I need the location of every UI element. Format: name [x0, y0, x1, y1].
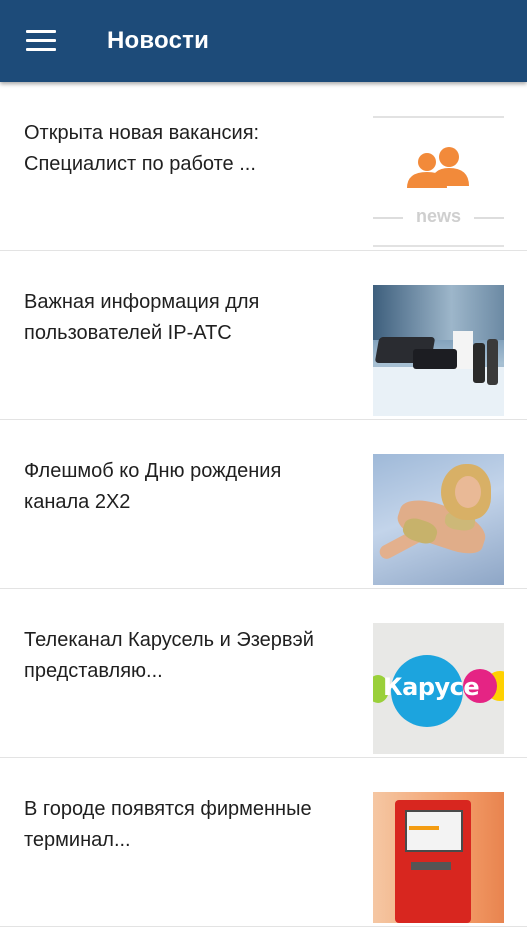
news-thumbnail-office-phones — [373, 285, 504, 416]
news-item-terminals[interactable]: В городе появятся фирменные терминал... — [0, 758, 527, 927]
app-bar: Новости — [0, 0, 527, 82]
news-item-flashmob[interactable]: Флешмоб ко Дню рождения канала 2X2 — [0, 420, 527, 589]
people-icon — [407, 147, 469, 188]
news-thumbnail-placeholder: news — [373, 116, 504, 247]
news-item-ip-atc[interactable]: Важная информация для пользователей IP-A… — [0, 251, 527, 420]
news-title: В городе появятся фирменные терминал... — [24, 798, 312, 851]
news-title: Флешмоб ко Дню рождения канала 2X2 — [24, 460, 282, 513]
news-title: Открыта новая вакансия: Специалист по ра… — [24, 122, 260, 175]
news-item-karusel[interactable]: Телеканал Карусель и Эзервэй представляю… — [0, 589, 527, 758]
news-title: Телеканал Карусель и Эзервэй представляю… — [24, 629, 314, 682]
news-title: Важная информация для пользователей IP-A… — [24, 291, 260, 344]
page-title: Новости — [107, 27, 210, 54]
karusel-logo-text: Карусе — [383, 673, 480, 701]
hamburger-menu-icon[interactable] — [26, 30, 56, 52]
news-thumbnail-flashmob — [373, 454, 504, 585]
news-item-vacancy[interactable]: Открыта новая вакансия: Специалист по ра… — [0, 82, 527, 251]
news-thumbnail-terminal — [373, 792, 504, 923]
news-list: Открыта новая вакансия: Специалист по ра… — [0, 82, 527, 927]
news-thumbnail-karusel-logo: Карусе — [373, 623, 504, 754]
